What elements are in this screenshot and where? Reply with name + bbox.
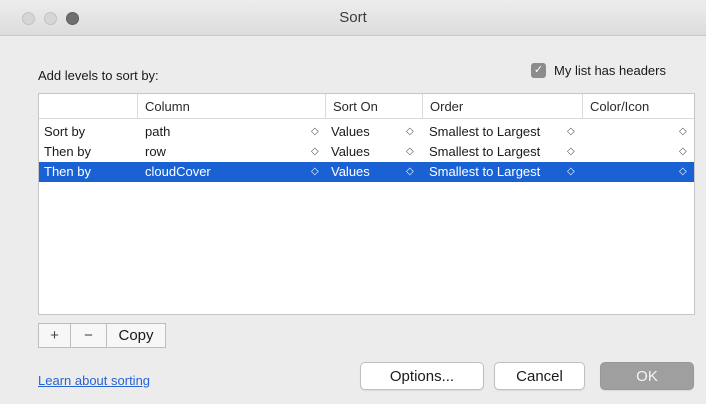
column-header-sort-on: Sort On bbox=[325, 94, 422, 119]
copy-level-button[interactable]: Copy bbox=[107, 323, 166, 348]
stepper-arrows-icon[interactable]: ◇ bbox=[406, 142, 414, 162]
my-list-has-headers-label[interactable]: My list has headers bbox=[554, 63, 666, 78]
stepper-arrows-icon[interactable]: ◇ bbox=[679, 122, 687, 142]
stepper-arrows-icon[interactable]: ◇ bbox=[567, 142, 575, 162]
title-bar: Sort bbox=[0, 0, 706, 36]
delete-level-button[interactable]: − bbox=[71, 323, 107, 348]
column-select[interactable]: cloudCover bbox=[145, 162, 211, 182]
my-list-has-headers-checkbox[interactable]: ✓ My list has headers bbox=[531, 63, 666, 78]
table-header: Column Sort On Order Color/Icon bbox=[39, 94, 694, 119]
learn-about-sorting-link[interactable]: Learn about sorting bbox=[38, 373, 150, 388]
stepper-arrows-icon[interactable]: ◇ bbox=[406, 162, 414, 182]
sort-level-label: Then by bbox=[44, 144, 91, 159]
add-level-button[interactable]: + bbox=[38, 323, 71, 348]
order-select[interactable]: Smallest to Largest bbox=[429, 122, 540, 142]
sort-levels-table: Column Sort On Order Color/Icon Sort by … bbox=[38, 93, 695, 315]
sort-on-select[interactable]: Values bbox=[331, 142, 370, 162]
add-levels-label: Add levels to sort by: bbox=[38, 68, 159, 83]
column-header-color-icon: Color/Icon bbox=[582, 94, 695, 119]
ok-button[interactable]: OK bbox=[600, 362, 694, 390]
stepper-arrows-icon[interactable]: ◇ bbox=[406, 122, 414, 142]
sort-on-select[interactable]: Values bbox=[331, 162, 370, 182]
stepper-arrows-icon[interactable]: ◇ bbox=[679, 142, 687, 162]
column-header-order: Order bbox=[422, 94, 582, 119]
stepper-arrows-icon[interactable]: ◇ bbox=[311, 142, 319, 162]
stepper-arrows-icon[interactable]: ◇ bbox=[567, 162, 575, 182]
stepper-arrows-icon[interactable]: ◇ bbox=[311, 122, 319, 142]
cancel-button[interactable]: Cancel bbox=[494, 362, 585, 390]
stepper-arrows-icon[interactable]: ◇ bbox=[679, 162, 687, 182]
table-row-selected[interactable]: Then by cloudCover ◇ Values ◇ Smallest t… bbox=[39, 162, 694, 182]
column-select[interactable]: path bbox=[145, 122, 170, 142]
stepper-arrows-icon[interactable]: ◇ bbox=[567, 122, 575, 142]
sort-on-select[interactable]: Values bbox=[331, 122, 370, 142]
table-row[interactable]: Sort by path ◇ Values ◇ Smallest to Larg… bbox=[39, 122, 694, 142]
stepper-arrows-icon[interactable]: ◇ bbox=[311, 162, 319, 182]
window-title: Sort bbox=[339, 9, 367, 26]
table-row[interactable]: Then by row ◇ Values ◇ Smallest to Large… bbox=[39, 142, 694, 162]
sort-level-label: Then by bbox=[44, 164, 91, 179]
options-button[interactable]: Options... bbox=[360, 362, 484, 390]
order-select[interactable]: Smallest to Largest bbox=[429, 162, 540, 182]
checkmark-icon[interactable]: ✓ bbox=[531, 63, 546, 78]
column-select[interactable]: row bbox=[145, 142, 166, 162]
column-header-column: Column bbox=[137, 94, 325, 119]
sort-level-label: Sort by bbox=[44, 124, 86, 139]
order-select[interactable]: Smallest to Largest bbox=[429, 142, 540, 162]
